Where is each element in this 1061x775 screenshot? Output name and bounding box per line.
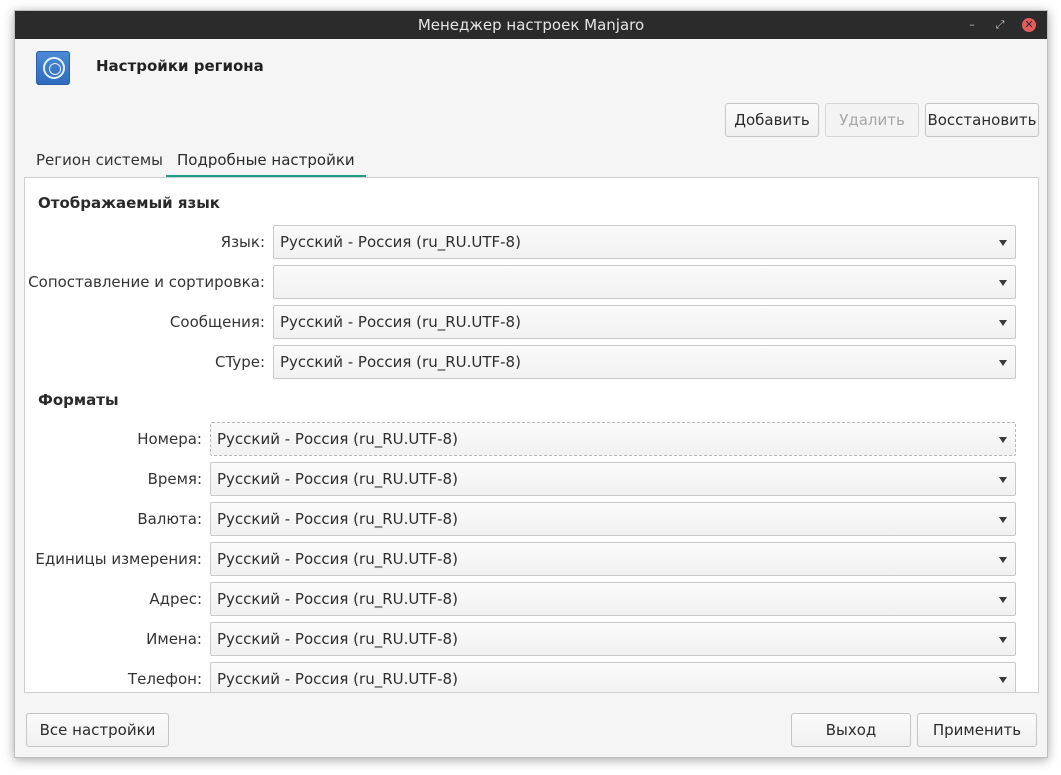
add-button[interactable]: Добавить [725,103,819,137]
time-select[interactable]: Русский - Россия (ru_RU.UTF-8) [210,462,1016,496]
chevron-down-icon [999,437,1007,443]
collation-label: Сопоставление и сортировка: [28,273,265,291]
chevron-down-icon [999,517,1007,523]
restore-icon[interactable]: ⤢ [989,11,1011,39]
names-select[interactable]: Русский - Россия (ru_RU.UTF-8) [210,622,1016,656]
measurement-select[interactable]: Русский - Россия (ru_RU.UTF-8) [210,542,1016,576]
numbers-value: Русский - Россия (ru_RU.UTF-8) [217,430,458,448]
time-value: Русский - Россия (ru_RU.UTF-8) [217,470,458,488]
measurement-label: Единицы измерения: [35,550,202,568]
quit-button[interactable]: Выход [791,713,911,747]
currency-label: Валюта: [137,510,202,528]
telephone-label: Телефон: [127,670,202,688]
address-value: Русский - Россия (ru_RU.UTF-8) [217,590,458,608]
language-label: Язык: [220,233,265,251]
window-title: Менеджер настроек Manjaro [417,16,645,34]
names-value: Русский - Россия (ru_RU.UTF-8) [217,630,458,648]
messages-select[interactable]: Русский - Россия (ru_RU.UTF-8) [273,305,1016,339]
address-select[interactable]: Русский - Россия (ru_RU.UTF-8) [210,582,1016,616]
names-label: Имена: [146,630,202,648]
measurement-value: Русский - Россия (ru_RU.UTF-8) [217,550,458,568]
messages-value: Русский - Россия (ru_RU.UTF-8) [280,313,521,331]
settings-window: Менеджер настроек Manjaro – ⤢ ✕ Настройк… [14,10,1048,758]
apply-button[interactable]: Применить [917,713,1037,747]
address-label: Адрес: [149,590,202,608]
detailed-settings-panel: Отображаемый язык Язык: Русский - Россия… [24,177,1039,693]
tab-detailed-settings[interactable]: Подробные настройки [166,145,366,177]
all-settings-button[interactable]: Все настройки [26,713,169,747]
close-icon[interactable]: ✕ [1022,18,1036,32]
minimize-icon[interactable]: – [961,11,983,39]
ctype-label: CType: [215,353,265,371]
chevron-down-icon [999,557,1007,563]
chevron-down-icon [999,240,1007,246]
ctype-value: Русский - Россия (ru_RU.UTF-8) [280,353,521,371]
messages-label: Сообщения: [169,313,265,331]
numbers-label: Номера: [137,430,202,448]
language-select[interactable]: Русский - Россия (ru_RU.UTF-8) [273,225,1016,259]
ctype-select[interactable]: Русский - Россия (ru_RU.UTF-8) [273,345,1016,379]
chevron-down-icon [999,477,1007,483]
chevron-down-icon [999,320,1007,326]
chevron-down-icon [999,677,1007,683]
remove-button[interactable]: Удалить [825,103,919,137]
time-label: Время: [147,470,202,488]
numbers-select[interactable]: Русский - Россия (ru_RU.UTF-8) [210,422,1016,456]
tab-system-region[interactable]: Регион системы [25,145,174,177]
telephone-select[interactable]: Русский - Россия (ru_RU.UTF-8) [210,662,1016,692]
currency-value: Русский - Россия (ru_RU.UTF-8) [217,510,458,528]
title-bar[interactable]: Менеджер настроек Manjaro – ⤢ ✕ [15,11,1047,39]
collation-select[interactable] [273,265,1016,299]
chevron-down-icon [999,637,1007,643]
chevron-down-icon [999,597,1007,603]
region-globe-icon [36,51,70,85]
section-title-display-language: Отображаемый язык [38,194,220,212]
chevron-down-icon [999,360,1007,366]
restore-button[interactable]: Восстановить [925,103,1039,137]
page-title: Настройки региона [96,57,264,75]
telephone-value: Русский - Россия (ru_RU.UTF-8) [217,670,458,688]
section-title-formats: Форматы [38,391,119,409]
chevron-down-icon [999,280,1007,286]
currency-select[interactable]: Русский - Россия (ru_RU.UTF-8) [210,502,1016,536]
language-value: Русский - Россия (ru_RU.UTF-8) [280,233,521,251]
